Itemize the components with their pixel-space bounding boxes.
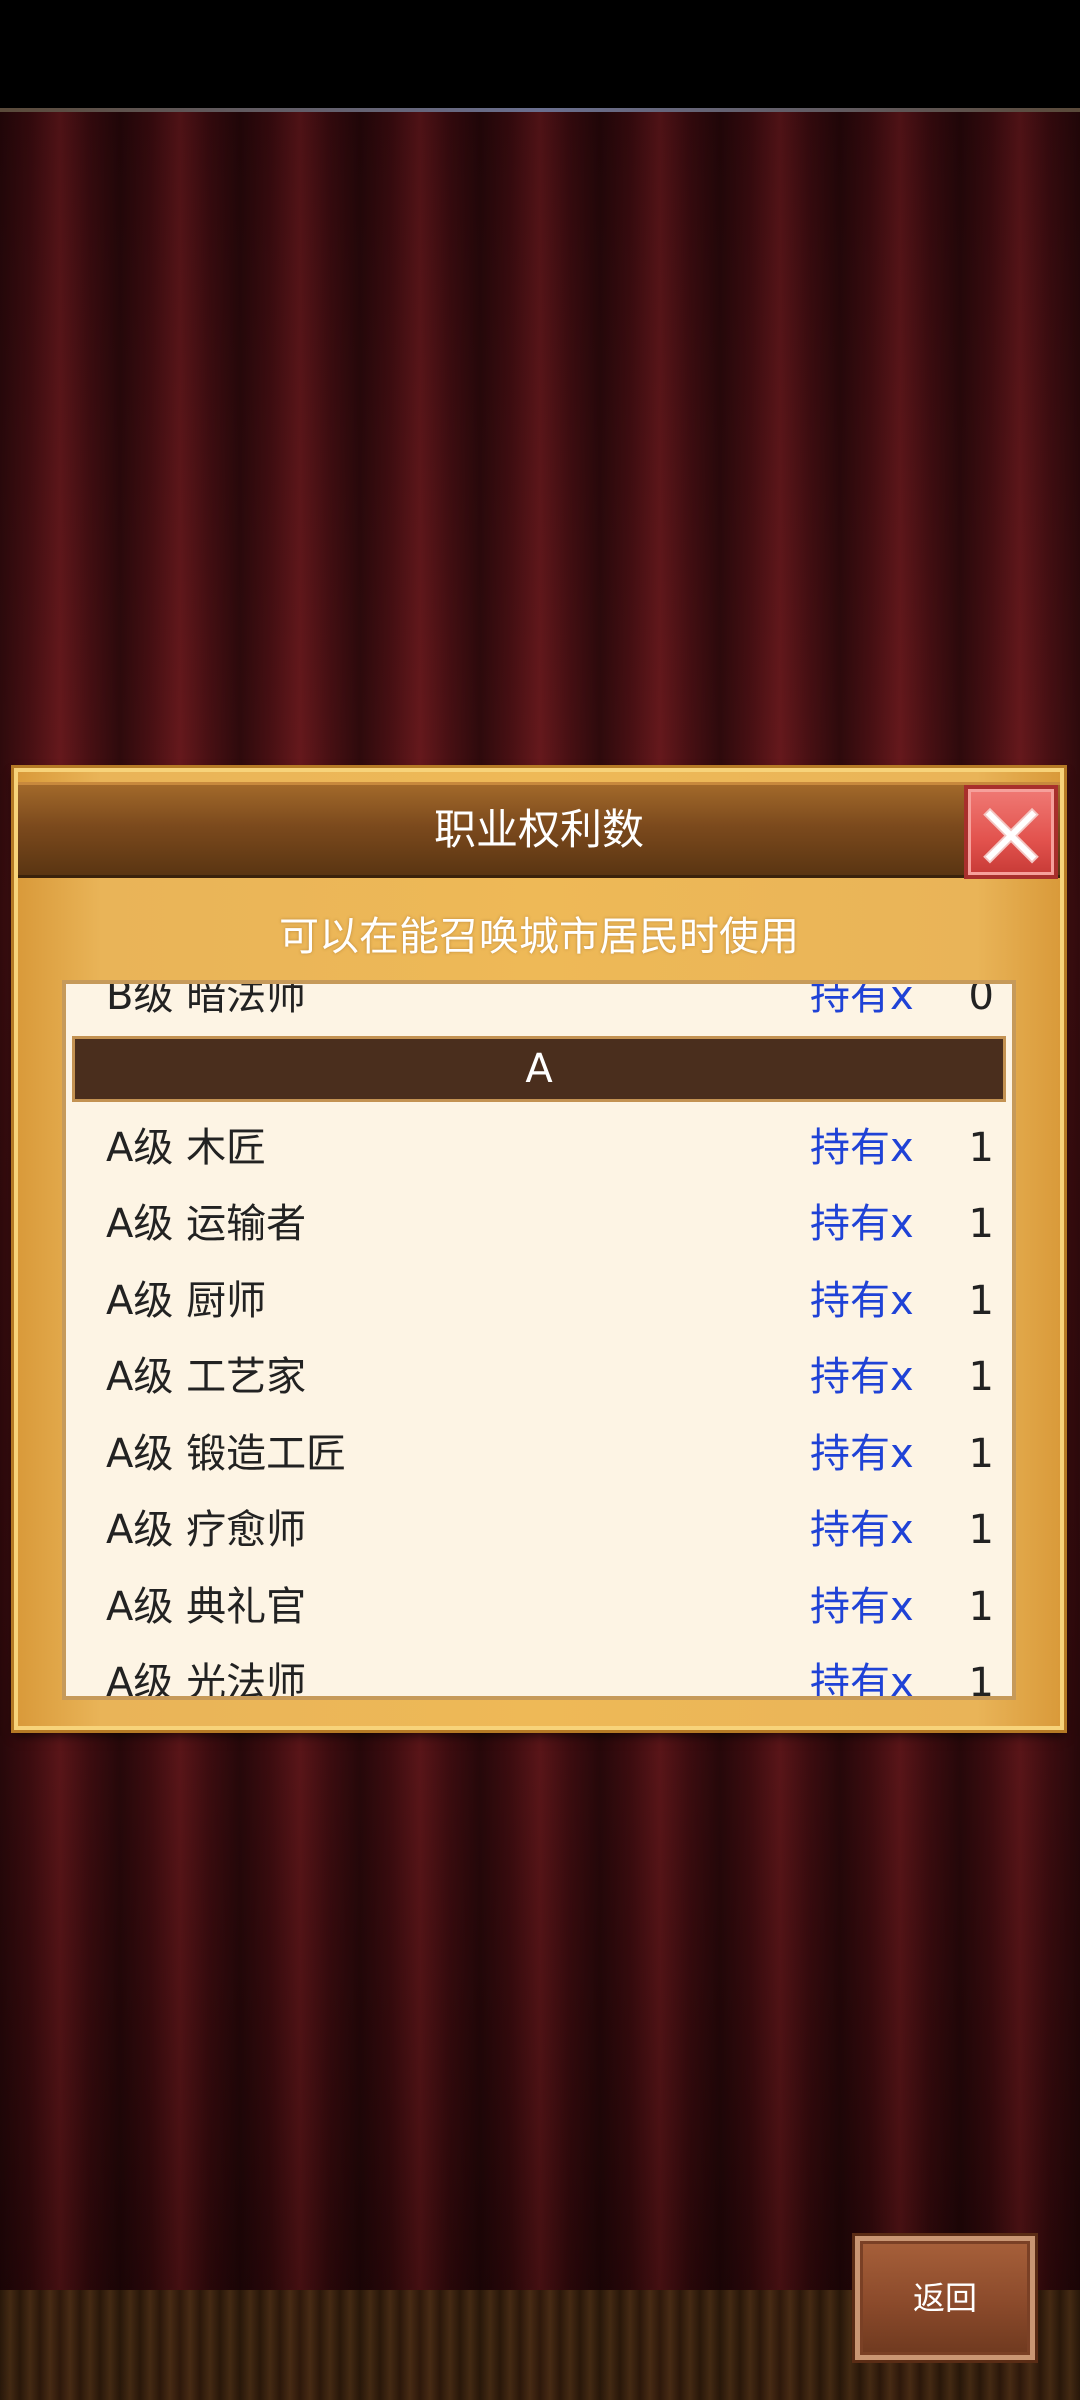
row-hold-label: 持有x [810,1431,914,1477]
back-button[interactable]: 返回 [855,2236,1035,2360]
row-hold-label: 持有x [810,1278,914,1324]
close-button[interactable] [964,785,1058,879]
list-item: A级 典礼官 持有x 1 [66,1569,1012,1645]
row-hold-label: 持有x [810,1125,914,1171]
row-count: 1 [968,1201,994,1247]
row-name: A级 木匠 [106,1125,267,1171]
dialog-subtitle: 可以在能召唤城市居民时使用 [279,914,799,960]
row-name: A级 锻造工匠 [106,1431,347,1477]
row-name: A级 运输者 [106,1201,307,1247]
row-name: A级 工艺家 [106,1354,307,1400]
job-rights-dialog: 职业权利数 可以在能召唤城市居民时使用 B级 暗法师 持有x 0 A A级 木匠… [14,768,1064,1730]
section-header-a: A [72,1036,1006,1102]
row-count: 1 [968,1507,994,1553]
row-count: 1 [968,1354,994,1400]
row-name: B级 暗法师 [106,980,307,1019]
close-x-icon [983,807,1039,864]
dialog-header: 职业权利数 [18,782,1060,879]
row-hold-label: 持有x [810,1354,914,1400]
row-name: A级 厨师 [106,1278,267,1324]
row-hold-label: 持有x [810,1660,914,1700]
row-hold-label: 持有x [810,1507,914,1553]
list-item: A级 锻造工匠 持有x 1 [66,1416,1012,1492]
row-count: 0 [968,980,994,1019]
job-rights-list[interactable]: B级 暗法师 持有x 0 A A级 木匠 持有x 1 A级 运输者 持有x 1 … [62,980,1016,1700]
list-item: A级 工艺家 持有x 1 [66,1339,1012,1415]
list-item: A级 光法师 持有x 1 [66,1645,1012,1700]
list-item: A级 木匠 持有x 1 [66,1110,1012,1186]
row-name: A级 光法师 [106,1660,307,1700]
row-count: 1 [968,1278,994,1324]
row-hold-label: 持有x [810,1201,914,1247]
back-button-label: 返回 [912,2279,977,2317]
row-name: A级 疗愈师 [106,1507,307,1553]
section-label: A [525,1046,553,1092]
list-item-partial: B级 暗法师 持有x 0 [66,980,1012,1034]
list-item: A级 运输者 持有x 1 [66,1186,1012,1262]
row-count: 1 [968,1431,994,1477]
row-hold-label: 持有x [810,1584,914,1630]
row-count: 1 [968,1660,994,1700]
list-item: A级 厨师 持有x 1 [66,1263,1012,1339]
row-hold-label: 持有x [810,980,914,1019]
row-name: A级 典礼官 [106,1584,307,1630]
row-count: 1 [968,1584,994,1630]
row-count: 1 [968,1125,994,1171]
list-item: A级 疗愈师 持有x 1 [66,1492,1012,1568]
dialog-title: 职业权利数 [433,805,644,854]
status-bar [0,0,1080,108]
